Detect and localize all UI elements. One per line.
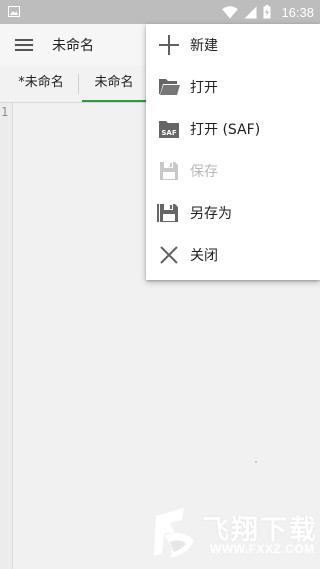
- battery-charging-icon: [263, 5, 271, 19]
- gallery-icon: [8, 6, 20, 17]
- watermark-url: WWW.FXXZ.COM: [210, 542, 315, 556]
- status-bar-right: 16:38: [222, 0, 314, 24]
- cursor-mark: [255, 461, 257, 463]
- svg-text:SAF: SAF: [161, 129, 176, 137]
- menu-item-save-as[interactable]: 另存为: [146, 192, 320, 234]
- menu-item-label: 打开: [190, 80, 218, 96]
- menu-item-open[interactable]: 打开: [146, 66, 320, 108]
- active-tab-indicator: [82, 100, 146, 102]
- line-number-gutter: 1: [0, 103, 13, 569]
- tab-label: *未命名: [18, 75, 64, 90]
- menu-item-label: 打开 (SAF): [190, 122, 261, 138]
- overflow-menu: 新建 打开 SAF 打开 (SAF) 保存 另存为 关闭: [146, 24, 320, 280]
- menu-item-label: 新建: [190, 38, 218, 54]
- hamburger-menu-icon[interactable]: [12, 34, 36, 56]
- tab-divider: [78, 74, 79, 94]
- watermark: 飞翔下载 WWW.FXXZ.COM: [150, 502, 316, 562]
- save-as-icon: [157, 204, 178, 222]
- tab-untitled-active[interactable]: 未命名: [82, 66, 146, 102]
- menu-item-open-saf[interactable]: SAF 打开 (SAF): [146, 108, 320, 150]
- close-icon: [160, 246, 178, 264]
- plus-icon: [159, 35, 179, 55]
- line-number: 1: [1, 105, 9, 119]
- menu-item-label: 另存为: [190, 206, 232, 222]
- menu-item-save: 保存: [146, 150, 320, 192]
- menu-item-label: 关闭: [190, 248, 218, 264]
- menu-item-close[interactable]: 关闭: [146, 234, 320, 276]
- cellular-signal-icon: [244, 6, 257, 18]
- folder-open-icon: [159, 79, 180, 95]
- menu-item-label: 保存: [190, 164, 218, 180]
- saf-folder-icon: SAF: [159, 121, 179, 138]
- watermark-logo: [154, 508, 194, 558]
- status-bar: 16:38: [0, 0, 320, 24]
- menu-item-new[interactable]: 新建: [146, 24, 320, 66]
- tab-label: 未命名: [94, 75, 134, 90]
- wifi-icon: [222, 5, 239, 19]
- save-icon: [160, 162, 178, 180]
- app-screen: 16:38 未命名 *未命名 未命名 1 飞翔下载 WWW.FXXZ.COM 新…: [0, 0, 320, 569]
- page-title: 未命名: [52, 38, 94, 54]
- tab-untitled-modified[interactable]: *未命名: [8, 66, 74, 102]
- status-time: 16:38: [281, 4, 314, 20]
